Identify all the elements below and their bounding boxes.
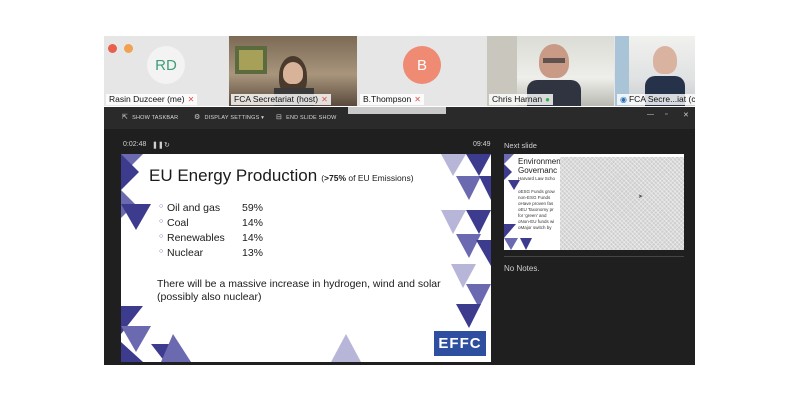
next-slide-subtitle: Harvard Law Scho: [518, 176, 556, 181]
slide-note: There will be a massive increase in hydr…: [157, 278, 441, 303]
next-slide-preview[interactable]: Environmen Governanc Harvard Law Scho oE…: [504, 154, 684, 250]
participant-tile[interactable]: B B.Thompson ✕: [358, 36, 486, 106]
participant-tile[interactable]: Chris Harnan ●: [487, 36, 614, 106]
participant-name-text: Rasin Duzceer (me): [109, 94, 185, 104]
next-slide-lines: oESG Funds grow non-ESG Funds oHave prov…: [518, 189, 555, 231]
bullet-label: Nuclear: [167, 247, 204, 259]
participant-tile[interactable]: ◉ FCA Secre...iat (c: [615, 36, 695, 106]
muted-mic-icon: ✕: [187, 95, 195, 104]
participant-name-text: FCA Secre...iat (c: [628, 94, 695, 104]
participant-strip: RD Rasin Duzceer (me) ✕ FCA Secretariat (…: [104, 36, 695, 106]
show-taskbar-label: SHOW TASKBAR: [132, 115, 179, 121]
cursor-icon: ➤: [638, 194, 644, 200]
end-show-icon: ⊟: [276, 114, 283, 121]
minimize-icon[interactable]: —: [647, 111, 654, 118]
bullet-icon: ○: [159, 218, 164, 225]
slide-title: EU Energy Production (>75% of EU Emission…: [149, 166, 414, 186]
participant-name-text: FCA Secretariat (host): [234, 94, 319, 104]
avatar: B: [403, 46, 441, 84]
bullet-value: 13%: [242, 247, 264, 259]
globe-icon: ◉: [620, 95, 627, 104]
current-time: 09:49: [473, 141, 491, 148]
bullet-label: Coal: [167, 217, 189, 229]
avatar: RD: [147, 46, 185, 84]
effc-logo: EFFC: [434, 331, 486, 356]
taskbar-icon: ⇱: [122, 114, 129, 121]
next-slide-label: Next slide: [504, 141, 537, 150]
participant-name: B.Thompson ✕: [360, 94, 424, 105]
restart-timer-icon[interactable]: ↻: [164, 141, 170, 149]
close-icon[interactable]: ✕: [683, 111, 689, 119]
slide-subtitle: (>75% of EU Emissions): [321, 173, 413, 183]
participant-name: Rasin Duzceer (me) ✕: [106, 94, 198, 105]
end-slide-show-label: END SLIDE SHOW: [286, 115, 337, 121]
bullet-icon: ○: [159, 248, 164, 255]
active-mic-icon: ●: [545, 95, 550, 104]
display-settings-button[interactable]: ⚙ DISPLAY SETTINGS ▾: [194, 113, 264, 121]
participant-name-text: B.Thompson: [363, 94, 412, 104]
window-control-dots[interactable]: [108, 40, 136, 58]
muted-mic-icon: ✕: [321, 95, 328, 104]
next-slide-overlay: ➤: [560, 157, 684, 250]
subtitle-bold: >75%: [324, 173, 347, 183]
drag-tab[interactable]: [348, 107, 446, 114]
display-settings-label: DISPLAY SETTINGS ▾: [204, 115, 265, 121]
slide-title-text: EU Energy Production: [149, 166, 318, 185]
participant-tile[interactable]: FCA Secretariat (host) ✕: [229, 36, 357, 106]
participant-name-text: Chris Harnan: [492, 94, 543, 104]
close-dot-icon[interactable]: [108, 44, 117, 53]
presenter-toolbar: ⇱ SHOW TASKBAR ⚙ DISPLAY SETTINGS ▾ ⊟ END S…: [104, 107, 695, 129]
bullet-label: Renewables: [167, 232, 225, 244]
bullet-icon: ○: [159, 233, 164, 240]
bullet-label: Oil and gas: [167, 202, 221, 214]
bullet-icon: ○: [159, 203, 164, 210]
elapsed-timer: 0:02:48: [123, 141, 147, 148]
avatar-initials: RD: [155, 56, 177, 74]
participant-tile[interactable]: RD Rasin Duzceer (me) ✕: [104, 36, 228, 106]
participant-name: ◉ FCA Secre...iat (c: [617, 94, 695, 105]
presenter-view: ⇱ SHOW TASKBAR ⚙ DISPLAY SETTINGS ▾ ⊟ END S…: [104, 107, 695, 365]
speaker-notes: No Notes.: [504, 264, 540, 273]
pause-icon[interactable]: ❚❚: [152, 141, 164, 149]
show-taskbar-button[interactable]: ⇱ SHOW TASKBAR: [122, 113, 178, 121]
notes-divider: [504, 256, 684, 257]
bullet-value: 14%: [242, 232, 264, 244]
avatar-initials: B: [416, 56, 427, 74]
next-slide-title: Environmen Governanc: [518, 157, 561, 175]
next-slide-line: oMajor switch by: [518, 225, 552, 230]
bullet-value: 59%: [242, 202, 264, 214]
restore-icon[interactable]: ▫: [665, 111, 667, 118]
next-slide-title-line: Environmen: [518, 157, 561, 166]
minimize-dot-icon[interactable]: [124, 44, 134, 53]
end-slide-show-button[interactable]: ⊟ END SLIDE SHOW: [276, 113, 337, 121]
current-slide[interactable]: EU Energy Production (>75% of EU Emission…: [121, 154, 491, 362]
bullet-value: 14%: [242, 217, 264, 229]
participant-name: Chris Harnan ●: [489, 94, 553, 105]
muted-mic-icon: ✕: [414, 95, 421, 104]
next-slide-title-line: Governanc: [518, 166, 558, 175]
subtitle-rest: of EU Emissions): [346, 173, 414, 183]
display-icon: ⚙: [194, 114, 201, 121]
participant-name: FCA Secretariat (host) ✕: [231, 94, 331, 105]
